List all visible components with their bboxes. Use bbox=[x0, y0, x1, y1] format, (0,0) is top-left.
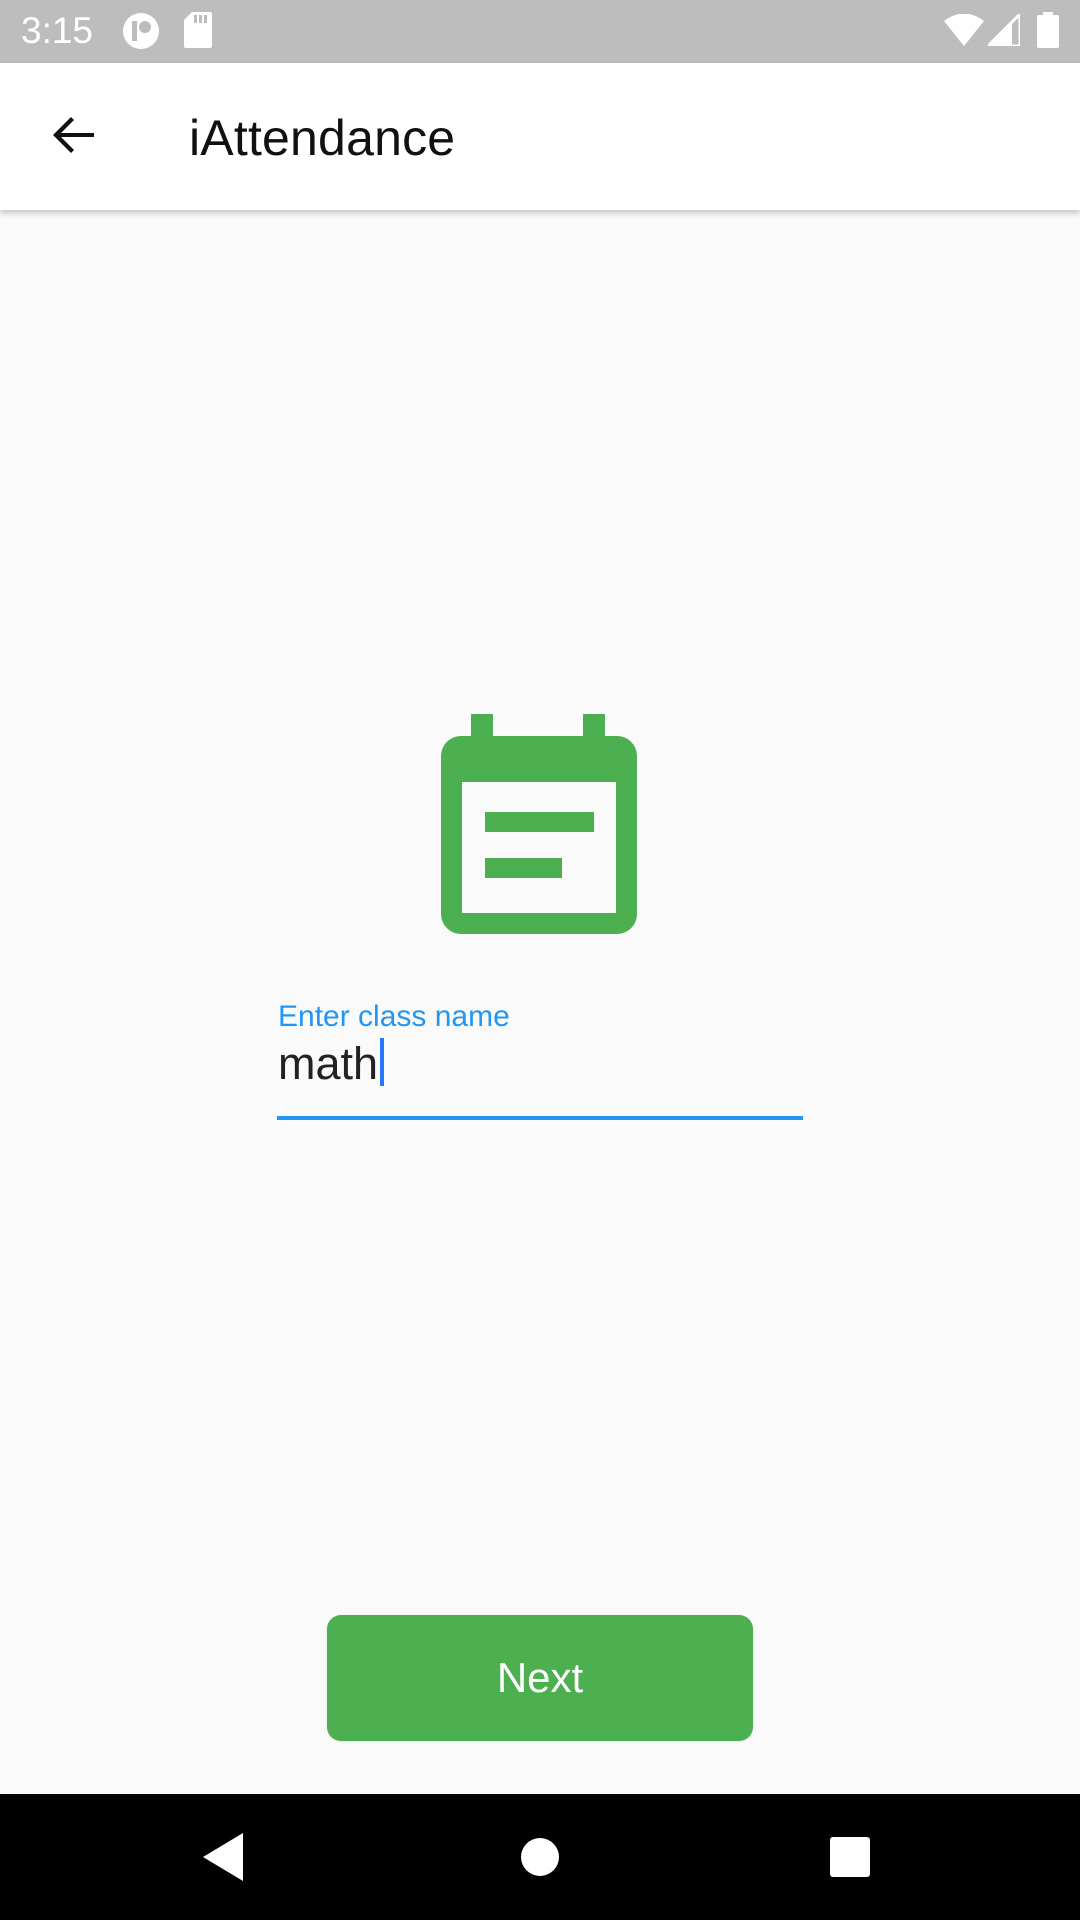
cellular-signal-icon bbox=[988, 14, 1020, 46]
app-bar: iAttendance bbox=[0, 63, 1080, 210]
navigation-bar bbox=[0, 1794, 1080, 1920]
wifi-icon bbox=[944, 14, 984, 46]
class-name-label: Enter class name bbox=[278, 1000, 510, 1033]
arrow-back-icon bbox=[53, 117, 94, 153]
nav-home-button[interactable] bbox=[470, 1794, 610, 1920]
nav-recents-button[interactable] bbox=[780, 1794, 920, 1920]
status-bar: 3:15 bbox=[0, 0, 1080, 63]
next-button[interactable]: Next bbox=[327, 1615, 753, 1741]
back-button[interactable] bbox=[32, 93, 116, 177]
circle-app-icon bbox=[122, 12, 160, 50]
class-name-input[interactable]: math bbox=[278, 1038, 378, 1090]
sd-card-icon bbox=[184, 12, 212, 48]
nav-back-button[interactable] bbox=[155, 1794, 295, 1920]
battery-icon bbox=[1037, 12, 1059, 48]
nav-recents-icon bbox=[830, 1837, 870, 1877]
text-cursor bbox=[380, 1038, 384, 1086]
field-underline bbox=[277, 1116, 803, 1120]
nav-home-icon bbox=[521, 1838, 559, 1876]
calendar-event-icon bbox=[437, 712, 641, 938]
class-name-field[interactable]: Enter class name math bbox=[277, 996, 803, 1124]
app-title: iAttendance bbox=[189, 110, 456, 166]
nav-back-icon bbox=[203, 1833, 243, 1881]
status-time: 3:15 bbox=[21, 10, 94, 51]
